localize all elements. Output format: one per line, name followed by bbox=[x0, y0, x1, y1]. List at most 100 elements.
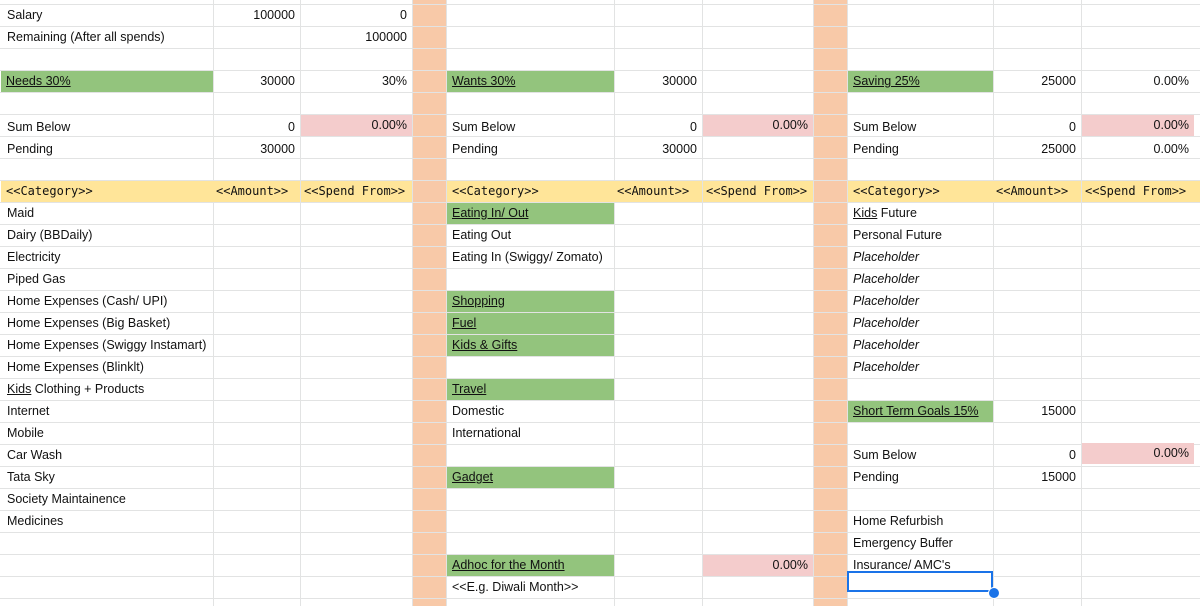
fill-handle[interactable] bbox=[988, 587, 1000, 599]
needs-pct[interactable]: 30% bbox=[301, 71, 412, 92]
wants-domestic[interactable]: Domestic bbox=[447, 401, 614, 422]
wants-international[interactable]: International bbox=[447, 423, 614, 444]
saving-placeholder[interactable]: Placeholder bbox=[848, 291, 993, 312]
grid-line bbox=[0, 598, 1200, 599]
stg-pending-value[interactable]: 15000 bbox=[993, 467, 1081, 488]
wants-amount[interactable]: 30000 bbox=[614, 71, 702, 92]
grid-line bbox=[813, 0, 814, 606]
needs-item[interactable]: Piped Gas bbox=[2, 269, 212, 290]
remaining-value[interactable]: 100000 bbox=[301, 27, 412, 48]
wants-title[interactable]: Wants 30% bbox=[447, 71, 614, 92]
needs-item-kids[interactable]: Kids Clothing + Products bbox=[2, 379, 212, 400]
wants-eating-in[interactable]: Eating In (Swiggy/ Zomato) bbox=[447, 247, 614, 268]
wants-fuel[interactable]: Fuel bbox=[447, 313, 614, 334]
active-cell-selection[interactable] bbox=[847, 571, 993, 592]
grid-line bbox=[0, 532, 1200, 533]
column-separator bbox=[813, 0, 847, 606]
stg-title[interactable]: Short Term Goals 15% bbox=[848, 401, 993, 422]
saving-sum-pct[interactable]: 0.00% bbox=[1082, 115, 1194, 136]
needs-header-category[interactable]: <<Category>> bbox=[1, 181, 213, 202]
wants-sum-label[interactable]: Sum Below bbox=[447, 117, 614, 138]
stg-sum-pct[interactable]: 0.00% bbox=[1082, 443, 1194, 464]
saving-placeholder[interactable]: Placeholder bbox=[848, 357, 993, 378]
grid-line bbox=[0, 114, 1200, 115]
wants-travel[interactable]: Travel bbox=[447, 379, 614, 400]
needs-sum-label[interactable]: Sum Below bbox=[2, 117, 212, 138]
stg-amount[interactable]: 15000 bbox=[993, 401, 1081, 422]
needs-item[interactable]: Home Expenses (Blinklt) bbox=[2, 357, 212, 378]
salary-label[interactable]: Salary bbox=[2, 5, 212, 26]
stg-item[interactable]: Emergency Buffer bbox=[848, 533, 993, 554]
saving-pending-value[interactable]: 25000 bbox=[993, 139, 1081, 160]
wants-eating-out[interactable]: Eating Out bbox=[447, 225, 614, 246]
wants-kids-gifts[interactable]: Kids & Gifts bbox=[447, 335, 614, 356]
needs-item[interactable]: Electricity bbox=[2, 247, 212, 268]
wants-pending-label[interactable]: Pending bbox=[447, 139, 614, 160]
saving-pending-label[interactable]: Pending bbox=[848, 139, 993, 160]
spreadsheet-grid[interactable]: Salary 100000 0 Remaining (After all spe… bbox=[0, 0, 1200, 606]
kids-suffix: Clothing + Products bbox=[31, 382, 145, 396]
wants-adhoc[interactable]: Adhoc for the Month bbox=[447, 555, 614, 576]
stg-sum-label[interactable]: Sum Below bbox=[848, 445, 993, 466]
needs-header-spend-from[interactable]: <<Spend From>> bbox=[301, 181, 412, 202]
needs-item[interactable]: Home Expenses (Big Basket) bbox=[2, 313, 212, 334]
wants-pending-value[interactable]: 30000 bbox=[614, 139, 702, 160]
grid-line bbox=[702, 0, 703, 606]
stg-item[interactable]: Home Refurbish bbox=[848, 511, 993, 532]
grid-line bbox=[0, 92, 1200, 93]
saving-placeholder[interactable]: Placeholder bbox=[848, 313, 993, 334]
saving-sum-value[interactable]: 0 bbox=[993, 117, 1081, 138]
saving-pct[interactable]: 0.00% bbox=[1082, 71, 1194, 92]
saving-sum-label[interactable]: Sum Below bbox=[848, 117, 993, 138]
grid-line bbox=[0, 48, 1200, 49]
wants-header-spend-from[interactable]: <<Spend From>> bbox=[703, 181, 813, 202]
needs-item[interactable]: Home Expenses (Swiggy Instamart) bbox=[2, 335, 212, 356]
wants-adhoc-example[interactable]: <<E.g. Diwali Month>> bbox=[447, 577, 614, 598]
stg-pending-label[interactable]: Pending bbox=[848, 467, 993, 488]
saving-kids-future[interactable]: Kids Future bbox=[848, 203, 993, 224]
salary-value[interactable]: 100000 bbox=[213, 5, 300, 26]
column-separator bbox=[412, 0, 446, 606]
needs-sum-pct[interactable]: 0.00% bbox=[301, 115, 412, 136]
saving-pending-pct[interactable]: 0.00% bbox=[1082, 139, 1194, 160]
kids-label: Kids bbox=[7, 382, 32, 396]
needs-item[interactable]: Internet bbox=[2, 401, 212, 422]
wants-adhoc-pct[interactable]: 0.00% bbox=[703, 555, 813, 576]
needs-pending-value[interactable]: 30000 bbox=[213, 139, 300, 160]
wants-sum-pct[interactable]: 0.00% bbox=[703, 115, 813, 136]
saving-header-spend-from[interactable]: <<Spend From>> bbox=[1082, 181, 1200, 202]
salary-value-2[interactable]: 0 bbox=[301, 5, 412, 26]
kids-suffix: Future bbox=[877, 206, 917, 220]
needs-title[interactable]: Needs 30% bbox=[1, 71, 213, 92]
needs-item[interactable]: Car Wash bbox=[2, 445, 212, 466]
needs-pending-label[interactable]: Pending bbox=[2, 139, 212, 160]
needs-item[interactable]: Tata Sky bbox=[2, 467, 212, 488]
saving-amount[interactable]: 25000 bbox=[993, 71, 1081, 92]
needs-header-amount[interactable]: <<Amount>> bbox=[213, 181, 300, 202]
needs-item[interactable]: Society Maintainence bbox=[2, 489, 212, 510]
saving-placeholder[interactable]: Placeholder bbox=[848, 247, 993, 268]
needs-item[interactable]: Home Expenses (Cash/ UPI) bbox=[2, 291, 212, 312]
needs-item[interactable]: Mobile bbox=[2, 423, 212, 444]
wants-gadget[interactable]: Gadget bbox=[447, 467, 614, 488]
remaining-label[interactable]: Remaining (After all spends) bbox=[2, 27, 212, 48]
wants-eating-group[interactable]: Eating In/ Out bbox=[447, 203, 614, 224]
stg-sum-value[interactable]: 0 bbox=[993, 445, 1081, 466]
wants-shopping[interactable]: Shopping bbox=[447, 291, 614, 312]
needs-item[interactable]: Dairy (BBDaily) bbox=[2, 225, 212, 246]
needs-item[interactable]: Medicines bbox=[2, 511, 212, 532]
saving-header-amount[interactable]: <<Amount>> bbox=[993, 181, 1081, 202]
saving-placeholder[interactable]: Placeholder bbox=[848, 335, 993, 356]
needs-item[interactable]: Maid bbox=[2, 203, 212, 224]
saving-header-category[interactable]: <<Category>> bbox=[848, 181, 993, 202]
saving-placeholder[interactable]: Placeholder bbox=[848, 269, 993, 290]
kids-label: Kids bbox=[853, 206, 878, 220]
needs-amount[interactable]: 30000 bbox=[213, 71, 300, 92]
grid-line bbox=[412, 0, 413, 606]
saving-title[interactable]: Saving 25% bbox=[848, 71, 993, 92]
wants-sum-value[interactable]: 0 bbox=[614, 117, 702, 138]
wants-header-category[interactable]: <<Category>> bbox=[447, 181, 614, 202]
wants-header-amount[interactable]: <<Amount>> bbox=[614, 181, 702, 202]
saving-personal-future[interactable]: Personal Future bbox=[848, 225, 993, 246]
needs-sum-value[interactable]: 0 bbox=[213, 117, 300, 138]
